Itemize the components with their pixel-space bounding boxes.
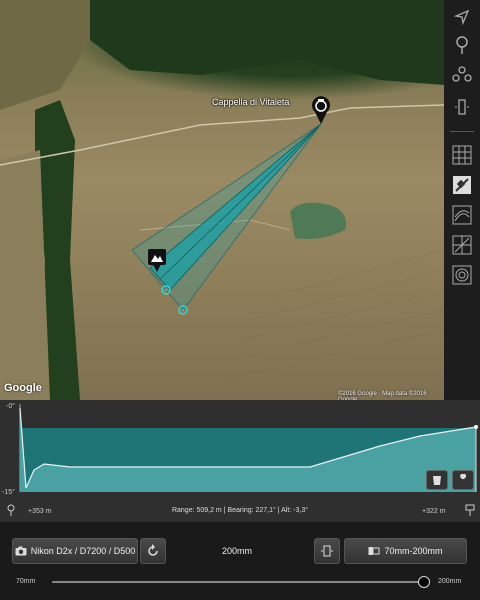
google-logo: Google: [4, 382, 42, 394]
subject-pin-icon[interactable]: [147, 248, 167, 274]
rotate-icon: [148, 544, 158, 556]
pin-icon[interactable]: [448, 32, 476, 58]
settings-button[interactable]: [452, 470, 474, 490]
lens-icon: [368, 547, 380, 555]
place-label: Cappella di Vitaleta: [212, 97, 290, 107]
elevation-profile: -0° -15° +353 m Range: 509,2 m | Bearing…: [0, 400, 480, 522]
top-angle-label: -0°: [6, 403, 16, 410]
lens-label: 70mm-200mm: [384, 546, 443, 556]
zoom-min-label: 70mm: [16, 578, 36, 585]
satellite-icon[interactable]: [448, 172, 476, 198]
map-credit: ©2016 Google · Map data ©2016 Google: [338, 391, 427, 400]
camera-pin-icon[interactable]: [310, 96, 332, 126]
map-grid-icon[interactable]: [448, 142, 476, 168]
satellite-map[interactable]: Cappella di Vitaleta Google ©2016 Google…: [0, 0, 444, 400]
topo-icon[interactable]: [448, 262, 476, 288]
cup-button[interactable]: [426, 470, 448, 490]
portrait-icon: [321, 545, 333, 557]
cup-icon: [433, 476, 441, 485]
right-altitude: +322 m: [422, 508, 446, 515]
app: Cappella di Vitaleta Google ©2016 Google…: [0, 0, 480, 600]
locate-arrow-icon[interactable]: [448, 4, 476, 30]
profile-chart: [19, 404, 478, 492]
camera-label: Nikon D2x / D7200 / D500: [30, 546, 136, 556]
bottom-angle-label: -15°: [2, 489, 15, 496]
vertical-range-icon[interactable]: [448, 94, 476, 120]
toolbar-divider: [450, 131, 474, 132]
hybrid-grid-icon[interactable]: [448, 232, 476, 258]
map-toolbar: [444, 0, 480, 400]
zoom-max-label: 200mm: [438, 578, 462, 585]
range-bearing-info: Range: 509,2 m | Bearing: 227,1° | Alt: …: [171, 507, 309, 514]
camera-icon: [15, 546, 27, 556]
camera-bar: Nikon D2x / D7200 / D500 200mm 70mm-200m…: [0, 522, 480, 600]
terrain-icon[interactable]: [448, 202, 476, 228]
current-focal-length: 200mm: [222, 546, 253, 556]
camera-select-button[interactable]: Nikon D2x / D7200 / D500: [12, 538, 138, 564]
pins-pair-icon[interactable]: [448, 62, 476, 88]
orientation-button[interactable]: [314, 538, 340, 564]
lens-select-button[interactable]: 70mm-200mm: [344, 538, 467, 564]
zoom-slider-track[interactable]: [52, 581, 426, 583]
map-overlay: [0, 0, 444, 400]
swap-button[interactable]: [140, 538, 166, 564]
wrench-icon: [459, 474, 467, 484]
right-pin-icon: [465, 504, 475, 516]
zoom-slider-knob[interactable]: [418, 576, 430, 588]
